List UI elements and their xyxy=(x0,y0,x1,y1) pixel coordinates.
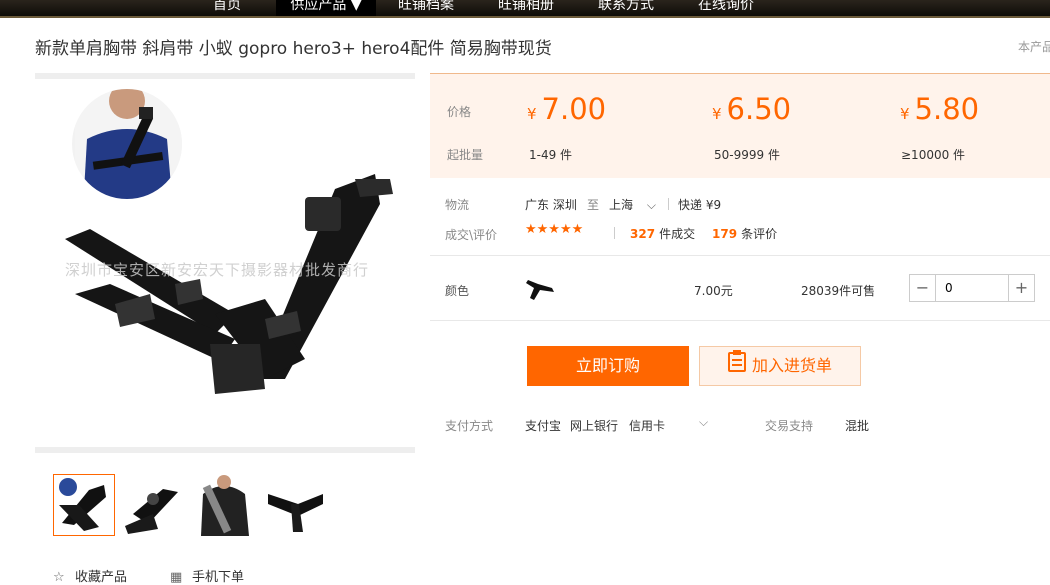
trade-support-label: 交易支持 xyxy=(765,419,814,433)
product-title: 新款单肩胸带 斜肩带 小蚁 gopro hero3+ hero4配件 简易胸带现… xyxy=(35,39,552,59)
currency-symbol: ¥ xyxy=(900,105,910,123)
rating-stars: ★★★★★ xyxy=(525,222,584,237)
image-watermark: 深圳市宝安区新安宏天下摄影器材批发商行 xyxy=(65,261,370,279)
increase-button[interactable]: + xyxy=(1008,275,1034,301)
ship-to-word: 至 xyxy=(587,198,600,212)
thumbnail-image xyxy=(54,475,114,535)
payment-label: 支付方式 xyxy=(445,419,494,433)
deals-count: 327 xyxy=(630,227,656,241)
decrease-button[interactable]: − xyxy=(910,275,936,301)
price-value: 7.00 xyxy=(541,92,607,126)
section-divider xyxy=(430,255,1050,256)
nav-products[interactable]: 供应产品 ▼ xyxy=(276,0,376,16)
reviews-count: 179 xyxy=(712,227,738,241)
qty-tier-2: 50-9999 件 xyxy=(714,148,780,162)
shipping-method: 快递 ¥9 xyxy=(678,198,722,212)
reviews-count-link[interactable]: 179 条评价 xyxy=(712,225,777,242)
payment-method-bank: 网上银行 xyxy=(570,419,619,433)
qty-tier-3: ≥10000 件 xyxy=(901,148,966,162)
thumbnail-image xyxy=(123,474,185,536)
ship-from: 广东 深圳 xyxy=(525,198,577,212)
price-tier-2: ¥6.50 xyxy=(712,92,791,126)
reviews-text: 条评价 xyxy=(741,227,778,241)
ship-to-value: 上海 xyxy=(609,198,634,212)
add-to-cart-label: 加入进货单 xyxy=(751,356,832,375)
chevron-down-icon[interactable]: ⌵ xyxy=(699,415,708,430)
section-divider xyxy=(430,320,1050,321)
logistics-label: 物流 xyxy=(445,198,470,212)
thumbnail-4[interactable] xyxy=(263,474,325,536)
payment-method-alipay: 支付宝 xyxy=(525,419,562,433)
trade-support-value: 混批 xyxy=(845,419,870,433)
quantity-stepper[interactable]: − + xyxy=(909,274,1035,302)
sku-price: 7.00元 xyxy=(694,284,733,298)
ship-to-select[interactable]: 上海 ⌵ xyxy=(609,196,656,213)
main-product-image[interactable]: 深圳市宝安区新安宏天下摄影器材批发商行 xyxy=(35,73,415,453)
color-option-thumbnail[interactable] xyxy=(524,274,556,302)
nav-home[interactable]: 首页 xyxy=(196,0,258,16)
nav-inquiry[interactable]: 在线询价 xyxy=(686,0,766,16)
min-order-label: 起批量 xyxy=(447,148,484,162)
qr-code-icon: ▦ xyxy=(170,570,183,585)
deals-text: 件成交 xyxy=(659,227,696,241)
quantity-input[interactable] xyxy=(937,275,1007,301)
buy-now-button[interactable]: 立即订购 xyxy=(527,346,689,386)
strap-thumbnail-icon xyxy=(526,280,554,300)
star-outline-icon: ☆ xyxy=(53,570,65,585)
divider xyxy=(614,227,615,239)
favorite-label: 收藏产品 xyxy=(75,570,128,585)
sku-stock: 28039件可售 xyxy=(801,284,876,298)
thumbnail-image xyxy=(193,474,255,536)
color-label: 颜色 xyxy=(445,284,470,298)
favorite-link[interactable]: ☆ 收藏产品 xyxy=(53,566,127,585)
mobile-order-label: 手机下单 xyxy=(192,570,245,585)
reviews-label: 成交\评价 xyxy=(445,228,498,242)
chevron-down-icon: ⌵ xyxy=(646,198,656,212)
currency-symbol: ¥ xyxy=(712,105,722,123)
price-value: 6.50 xyxy=(726,92,792,126)
nav-profile[interactable]: 旺铺档案 xyxy=(386,0,466,16)
thumbnail-1[interactable] xyxy=(53,474,115,536)
price-label: 价格 xyxy=(447,105,472,119)
corner-link[interactable]: 本产品 xyxy=(1018,38,1050,55)
clipboard-icon xyxy=(727,348,746,386)
add-to-cart-button[interactable]: 加入进货单 xyxy=(699,346,861,386)
price-tier-1: ¥7.00 xyxy=(527,92,606,126)
price-panel: 价格 起批量 ¥7.00 1-49 件 ¥6.50 50-9999 件 ¥5.8… xyxy=(430,73,1050,178)
deals-count-link[interactable]: 327 件成交 xyxy=(630,225,695,242)
currency-symbol: ¥ xyxy=(527,105,537,123)
thumbnail-image xyxy=(263,474,325,536)
thumbnail-2[interactable] xyxy=(123,474,185,536)
price-value: 5.80 xyxy=(914,92,980,126)
price-tier-3: ¥5.80 xyxy=(900,92,979,126)
top-nav: 首页 供应产品 ▼ 旺铺档案 旺铺相册 联系方式 在线询价 xyxy=(0,0,1050,18)
mobile-order-link[interactable]: ▦ 手机下单 xyxy=(170,566,244,585)
qty-tier-1: 1-49 件 xyxy=(529,148,573,162)
thumbnail-3[interactable] xyxy=(193,474,255,536)
nav-album[interactable]: 旺铺相册 xyxy=(486,0,566,16)
nav-contact[interactable]: 联系方式 xyxy=(586,0,666,16)
payment-method-credit: 信用卡 xyxy=(629,419,666,433)
divider xyxy=(668,198,669,210)
